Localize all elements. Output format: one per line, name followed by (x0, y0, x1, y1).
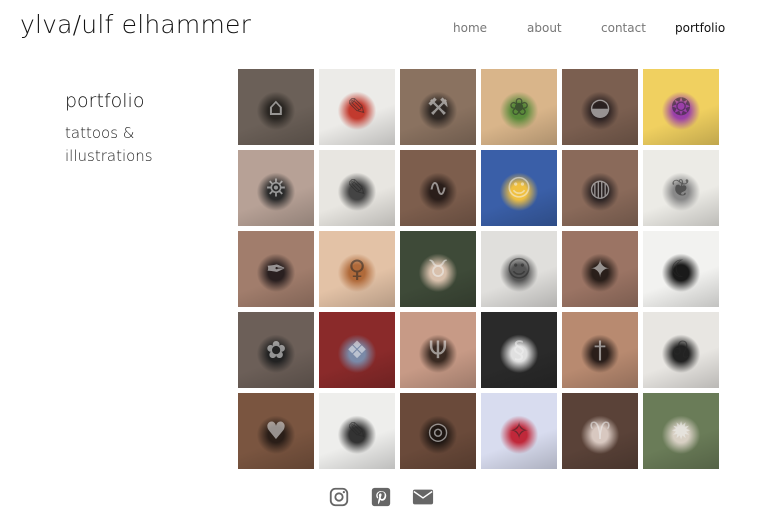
page-heading: portfolio (65, 90, 145, 112)
instagram-icon (329, 487, 349, 507)
elf-girl-illustration-tile[interactable]: ✧ (481, 393, 557, 469)
portfolio-gallery: ⌂ ✎ ⚒ ❀ ◒ ❂ ⛯ ✎ ∿ ☺ ◍ ❦ ✒ ♀ ♉ ☺ ✦ ☾ ✿ ❖ Ψ § † ♌ ♥ ✎ ◎ ✧ ♈ ✹ (238, 69, 720, 469)
rooster-illustration-tile[interactable]: ❂ (643, 69, 719, 145)
tile-motif-icon: ✎ (346, 417, 368, 445)
tile-motif-icon: ♥ (265, 417, 287, 445)
lighthouse-tattoo-tile[interactable]: ⛯ (238, 150, 314, 226)
bull-skull-tattoo-tile[interactable]: ♉ (400, 231, 476, 307)
owl-tattoo-tile[interactable]: ✹ (643, 393, 719, 469)
pinterest-icon (371, 487, 391, 507)
tile-motif-icon: ⚒ (427, 93, 449, 121)
page: ylva/ulf elhammer home about contact por… (0, 0, 762, 522)
faces-sketch-illustration-tile[interactable]: ☺ (481, 231, 557, 307)
tile-motif-icon: ✿ (265, 336, 287, 364)
tile-motif-icon: ❦ (670, 174, 692, 202)
tile-motif-icon: ♀ (348, 255, 366, 283)
main-nav: home about contact portfolio (453, 21, 725, 35)
nav-contact-link[interactable]: contact (601, 21, 675, 35)
lion-ink-illustration-tile[interactable]: ♌ (643, 312, 719, 388)
nav-portfolio-link[interactable]: portfolio (675, 21, 725, 35)
woman-portrait-illustration-tile[interactable]: ♀ (319, 231, 395, 307)
tile-motif-icon: ♈ (589, 417, 611, 445)
tile-motif-icon: ☺ (506, 174, 532, 202)
tile-motif-icon: ☾ (670, 255, 692, 283)
tile-motif-icon: § (513, 336, 525, 364)
tile-motif-icon: ✹ (670, 417, 692, 445)
flower-forearm-tattoo-tile[interactable]: ✿ (238, 312, 314, 388)
group-photo-tile[interactable]: ☺ (481, 150, 557, 226)
tile-motif-icon: † (594, 336, 606, 364)
pigeon-painting-tile[interactable]: ❖ (319, 312, 395, 388)
pinterest-link[interactable] (370, 486, 392, 508)
flash-sheet-illustration-tile[interactable]: ✎ (319, 150, 395, 226)
antlers-tattoo-tile[interactable]: Ψ (400, 312, 476, 388)
tile-motif-icon: ✎ (346, 174, 368, 202)
dagger-tattoo-tile[interactable]: † (562, 312, 638, 388)
framed-portrait-tattoo-tile[interactable]: ◎ (400, 393, 476, 469)
tile-motif-icon: ♌ (670, 336, 692, 364)
page-subtitle: tattoos & illustrations (65, 122, 225, 168)
tile-motif-icon: ♉ (427, 255, 449, 283)
framed-house-tattoo-tile[interactable]: ⌂ (238, 69, 314, 145)
site-title[interactable]: ylva/ulf elhammer (20, 10, 251, 39)
tile-motif-icon: Ψ (428, 336, 448, 364)
tile-motif-icon: ❖ (346, 336, 368, 364)
snake-ink-illustration-tile[interactable]: § (481, 312, 557, 388)
nav-home-link[interactable]: home (453, 21, 527, 35)
instagram-link[interactable] (328, 486, 350, 508)
tile-motif-icon: ⌂ (268, 93, 284, 121)
characters-sketch-illustration-tile[interactable]: ✎ (319, 393, 395, 469)
email-link[interactable] (412, 486, 434, 508)
envelope-icon (412, 489, 434, 505)
wolf-ink-illustration-tile[interactable]: ☾ (643, 231, 719, 307)
subtitle-line-1: tattoos & (65, 124, 135, 142)
script-tattoo-tile[interactable]: ✒ (238, 231, 314, 307)
deer-pattern-illustration-tile[interactable]: ❦ (643, 150, 719, 226)
tile-motif-icon: ◎ (427, 417, 449, 445)
heart-anatomy-tattoo-tile[interactable]: ♥ (238, 393, 314, 469)
bird-tattoo-tile[interactable]: ✦ (562, 231, 638, 307)
tile-motif-icon: ✎ (346, 93, 368, 121)
tile-motif-icon: ✒ (265, 255, 287, 283)
tile-motif-icon: ✧ (508, 417, 530, 445)
ranger-hat-tattoo-tile[interactable]: ◒ (562, 69, 638, 145)
tile-motif-icon: ☺ (506, 255, 532, 283)
nav-about-link[interactable]: about (527, 21, 601, 35)
christmas-doodles-illustration-tile[interactable]: ✎ (319, 69, 395, 145)
sidebar: portfolio tattoos & illustrations (65, 90, 225, 168)
tile-motif-icon: ⛯ (266, 174, 286, 202)
tile-motif-icon: ◍ (589, 174, 611, 202)
dog-portrait-illustration-tile[interactable]: ❀ (481, 69, 557, 145)
tile-motif-icon: ∿ (427, 174, 449, 202)
tile-motif-icon: ❀ (508, 93, 530, 121)
tile-motif-icon: ✦ (589, 255, 611, 283)
foot-tattoo-tile[interactable]: ∿ (400, 150, 476, 226)
lemon-slice-tattoo-tile[interactable]: ◍ (562, 150, 638, 226)
social-links (328, 486, 434, 508)
ram-head-tattoo-tile[interactable]: ♈ (562, 393, 638, 469)
subtitle-line-2: illustrations (65, 147, 153, 165)
hammer-tattoo-tile[interactable]: ⚒ (400, 69, 476, 145)
tile-motif-icon: ❂ (670, 93, 692, 121)
tile-motif-icon: ◒ (589, 93, 611, 121)
